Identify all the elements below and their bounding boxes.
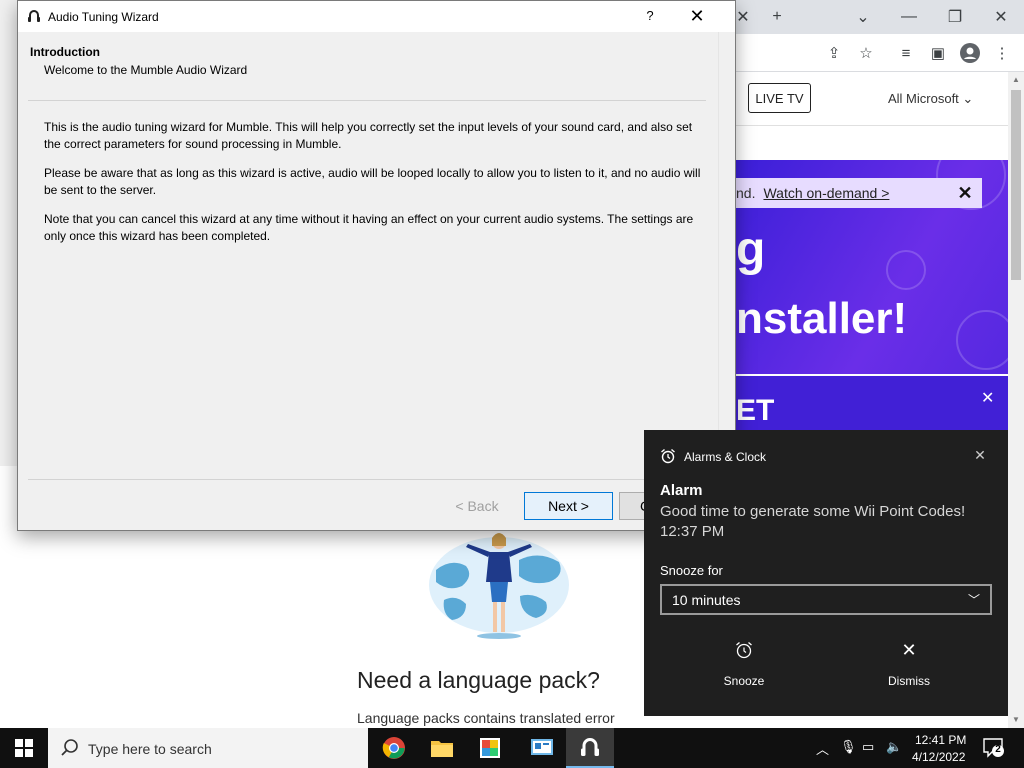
snooze-label: Snooze for (660, 563, 723, 578)
back-button[interactable]: < Back (433, 492, 521, 520)
hero-banner: nd. Watch on-demand > ✕ g nstaller! (736, 160, 1008, 374)
hero-headline-2: nstaller! (736, 294, 908, 343)
share-icon[interactable]: ⇪ (822, 41, 846, 65)
new-tab-button[interactable]: + (764, 4, 790, 30)
secondary-banner-text: ET (736, 394, 775, 427)
paint-app-icon (480, 738, 500, 758)
search-placeholder: Type here to search (88, 741, 212, 757)
snooze-button[interactable]: Snooze (684, 638, 804, 694)
hero-pattern-circle (886, 250, 926, 290)
wizard-titlebar: Audio Tuning Wizard ? ✕ (18, 1, 735, 32)
reading-list-icon[interactable]: ≡ (894, 41, 918, 65)
bookmark-star-icon[interactable]: ☆ (854, 41, 878, 65)
dismiss-button-label: Dismiss (888, 674, 930, 688)
side-panel-icon[interactable]: ▣ (926, 41, 950, 65)
event-banner: nd. Watch on-demand > (736, 178, 982, 208)
language-pack-description: Language packs contains translated error (357, 710, 615, 726)
show-hidden-icons-chevron-icon[interactable]: ︿ (816, 739, 829, 758)
start-button[interactable] (0, 728, 48, 768)
alarm-notification: Alarms & Clock ✕ Alarm Good time to gene… (644, 430, 1008, 716)
background-window-edge (0, 0, 18, 466)
tab-search-chevron-icon[interactable]: ⌄ (850, 4, 876, 30)
dismiss-button[interactable]: ✕ Dismiss (849, 638, 969, 694)
loopback-paragraph: Please be aware that as long as this wiz… (44, 166, 701, 197)
scroll-thumb[interactable] (1011, 90, 1021, 280)
scroll-up-arrow-icon[interactable]: ▲ (1008, 72, 1024, 88)
search-icon (61, 739, 78, 756)
dismiss-x-icon: ✕ (901, 640, 917, 660)
control-panel-icon (531, 739, 553, 755)
snooze-duration-select[interactable]: 10 minutes ﹀ (660, 584, 992, 615)
all-microsoft-menu[interactable]: All Microsoft ⌄ (888, 91, 973, 107)
secondary-banner: ET ✕ (736, 376, 1008, 432)
taskbar-chrome[interactable] (370, 728, 418, 768)
taskbar-file-explorer[interactable] (418, 728, 466, 768)
hero-pattern-circle (956, 310, 1008, 370)
watch-on-demand-link[interactable]: Watch on-demand > (763, 185, 889, 201)
wizard-body: This is the audio tuning wizard for Mumb… (44, 119, 704, 257)
taskbar-mumble[interactable] (566, 728, 614, 768)
notification-close-icon[interactable]: ✕ (972, 447, 988, 463)
taskbar-app-4[interactable] (518, 728, 566, 768)
folder-icon (431, 741, 453, 757)
mumble-app-icon (28, 10, 40, 22)
microphone-icon[interactable]: 🎙 (840, 739, 857, 755)
wizard-page-heading: Introduction (30, 45, 100, 59)
site-header: LIVE TV All Microsoft ⌄ (736, 72, 1008, 126)
intro-paragraph: This is the audio tuning wizard for Mumb… (44, 120, 693, 151)
banner-text: nd. (736, 185, 756, 201)
secondary-banner-close-icon[interactable]: ✕ (981, 388, 994, 408)
wizard-page-subheading: Welcome to the Mumble Audio Wizard (44, 63, 248, 77)
scroll-down-arrow-icon[interactable]: ▼ (1008, 712, 1024, 728)
restore-icon[interactable]: ❐ (942, 4, 968, 30)
banner-close-icon[interactable]: ✕ (956, 184, 974, 202)
next-button[interactable]: Next > (524, 492, 613, 520)
taskbar-app-3[interactable] (466, 728, 514, 768)
clock-time[interactable]: 12:41 PM (915, 733, 966, 747)
wizard-close-icon[interactable]: ✕ (682, 3, 712, 29)
snooze-button-label: Snooze (723, 674, 765, 688)
world-map-person-illustration (429, 533, 569, 639)
clock-date[interactable]: 4/12/2022 (912, 750, 965, 764)
minimize-icon[interactable]: — (896, 4, 922, 30)
snooze-duration-value: 10 minutes (672, 592, 741, 608)
mumble-icon (581, 738, 599, 756)
taskbar-search-box[interactable]: Type here to search (48, 728, 368, 768)
notification-count: 2 (995, 744, 1001, 755)
language-pack-heading: Need a language pack? (357, 667, 600, 693)
notification-center-button[interactable]: 2 (982, 737, 1006, 759)
alarm-title: Alarm (660, 482, 703, 499)
alarm-time: 12:37 PM (660, 523, 725, 540)
system-tray: ︿ 🎙 ▭ 🔈 12:41 PM 4/12/2022 2 (812, 728, 1024, 768)
taskbar: Type here to search ︿ 🎙 ▭ 🔈 12:41 PM 4/1… (0, 728, 1024, 768)
windows-logo-icon (15, 739, 33, 757)
audio-tuning-wizard-dialog: Audio Tuning Wizard ? ✕ Introduction Wel… (17, 0, 736, 531)
footer-divider (28, 479, 706, 480)
network-icon[interactable]: ▭ (862, 739, 874, 755)
alarm-clock-icon (661, 448, 675, 464)
page-scrollbar[interactable]: ▲ ▼ (1008, 72, 1024, 728)
chrome-icon (382, 737, 405, 759)
hero-headline-1: g (736, 223, 766, 276)
header-divider (28, 100, 706, 101)
profile-avatar-icon[interactable] (958, 41, 982, 65)
snooze-alarm-icon (736, 642, 752, 659)
notification-app-name: Alarms & Clock (684, 450, 767, 464)
cancel-note-paragraph: Note that you can cancel this wizard at … (44, 212, 694, 243)
live-tv-button[interactable]: LIVE TV (748, 83, 811, 113)
chevron-down-icon: ﹀ (968, 593, 981, 607)
alarm-message: Good time to generate some Wii Point Cod… (660, 503, 966, 520)
wizard-header: Introduction Welcome to the Mumble Audio… (18, 32, 718, 100)
help-button[interactable]: ? (638, 5, 662, 27)
browser-menu-icon[interactable]: ⋮ (990, 41, 1014, 65)
browser-close-icon[interactable]: ✕ (988, 4, 1014, 30)
volume-icon[interactable]: 🔈 (886, 739, 902, 755)
wizard-title: Audio Tuning Wizard (48, 10, 159, 24)
